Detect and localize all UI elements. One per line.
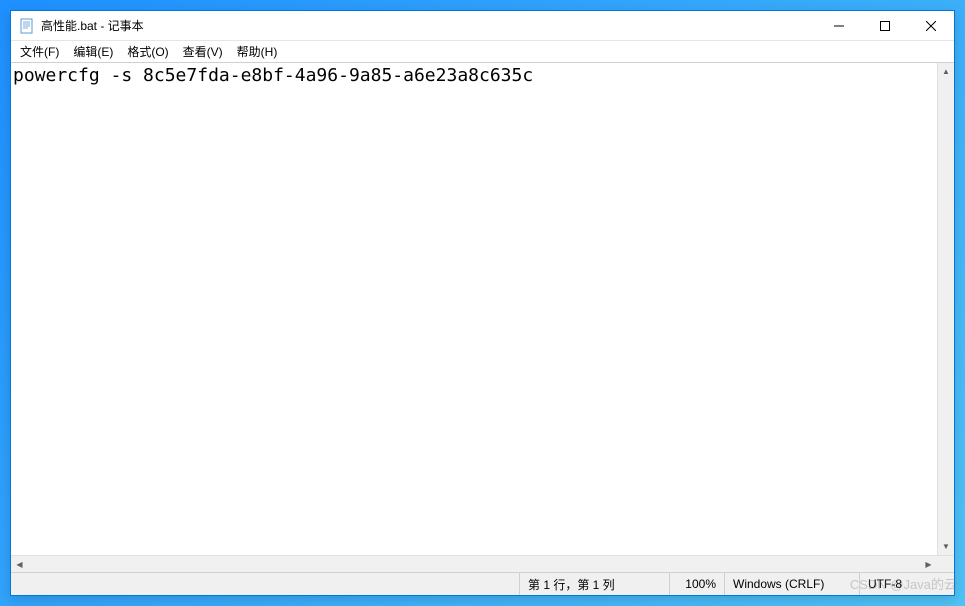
scroll-up-button[interactable]: ▲ [938, 63, 954, 80]
window-controls [816, 11, 954, 40]
statusbar: 第 1 行，第 1 列 100% Windows (CRLF) UTF-8 [11, 572, 954, 595]
menu-view[interactable]: 查看(V) [176, 41, 230, 62]
menu-help[interactable]: 帮助(H) [230, 41, 285, 62]
scrollbar-corner [937, 556, 954, 573]
notepad-icon [19, 18, 35, 34]
status-encoding: UTF-8 [859, 573, 954, 595]
chevron-right-icon: ▶ [925, 560, 931, 569]
vertical-scrollbar[interactable]: ▲ ▼ [937, 63, 954, 555]
content-area: powercfg -s 8c5e7fda-e8bf-4a96-9a85-a6e2… [11, 63, 954, 555]
close-button[interactable] [908, 11, 954, 40]
horizontal-scrollbar-row: ◀ ▶ [11, 555, 954, 572]
status-line-ending: Windows (CRLF) [724, 573, 859, 595]
minimize-icon [834, 21, 844, 31]
chevron-left-icon: ◀ [16, 560, 22, 569]
scroll-left-button[interactable]: ◀ [11, 556, 28, 572]
text-editor[interactable]: powercfg -s 8c5e7fda-e8bf-4a96-9a85-a6e2… [11, 63, 937, 555]
chevron-up-icon: ▲ [942, 67, 950, 76]
horizontal-scrollbar[interactable]: ◀ ▶ [11, 556, 937, 572]
titlebar[interactable]: 高性能.bat - 记事本 [11, 11, 954, 41]
menu-edit[interactable]: 编辑(E) [66, 41, 120, 62]
chevron-down-icon: ▼ [942, 542, 950, 551]
minimize-button[interactable] [816, 11, 862, 40]
status-zoom: 100% [669, 573, 724, 595]
horizontal-scroll-track[interactable] [28, 556, 920, 572]
maximize-button[interactable] [862, 11, 908, 40]
status-cursor-position: 第 1 行，第 1 列 [519, 573, 669, 595]
notepad-window: 高性能.bat - 记事本 文件(F) 编辑(E) 格式(O) 查看(V) 帮助… [10, 10, 955, 596]
menu-file[interactable]: 文件(F) [13, 41, 66, 62]
scroll-right-button[interactable]: ▶ [920, 556, 937, 572]
window-title: 高性能.bat - 记事本 [41, 17, 816, 34]
vertical-scroll-track[interactable] [938, 80, 954, 538]
scroll-down-button[interactable]: ▼ [938, 538, 954, 555]
menubar: 文件(F) 编辑(E) 格式(O) 查看(V) 帮助(H) [11, 41, 954, 63]
menu-format[interactable]: 格式(O) [120, 41, 175, 62]
close-icon [926, 21, 936, 31]
maximize-icon [880, 21, 890, 31]
